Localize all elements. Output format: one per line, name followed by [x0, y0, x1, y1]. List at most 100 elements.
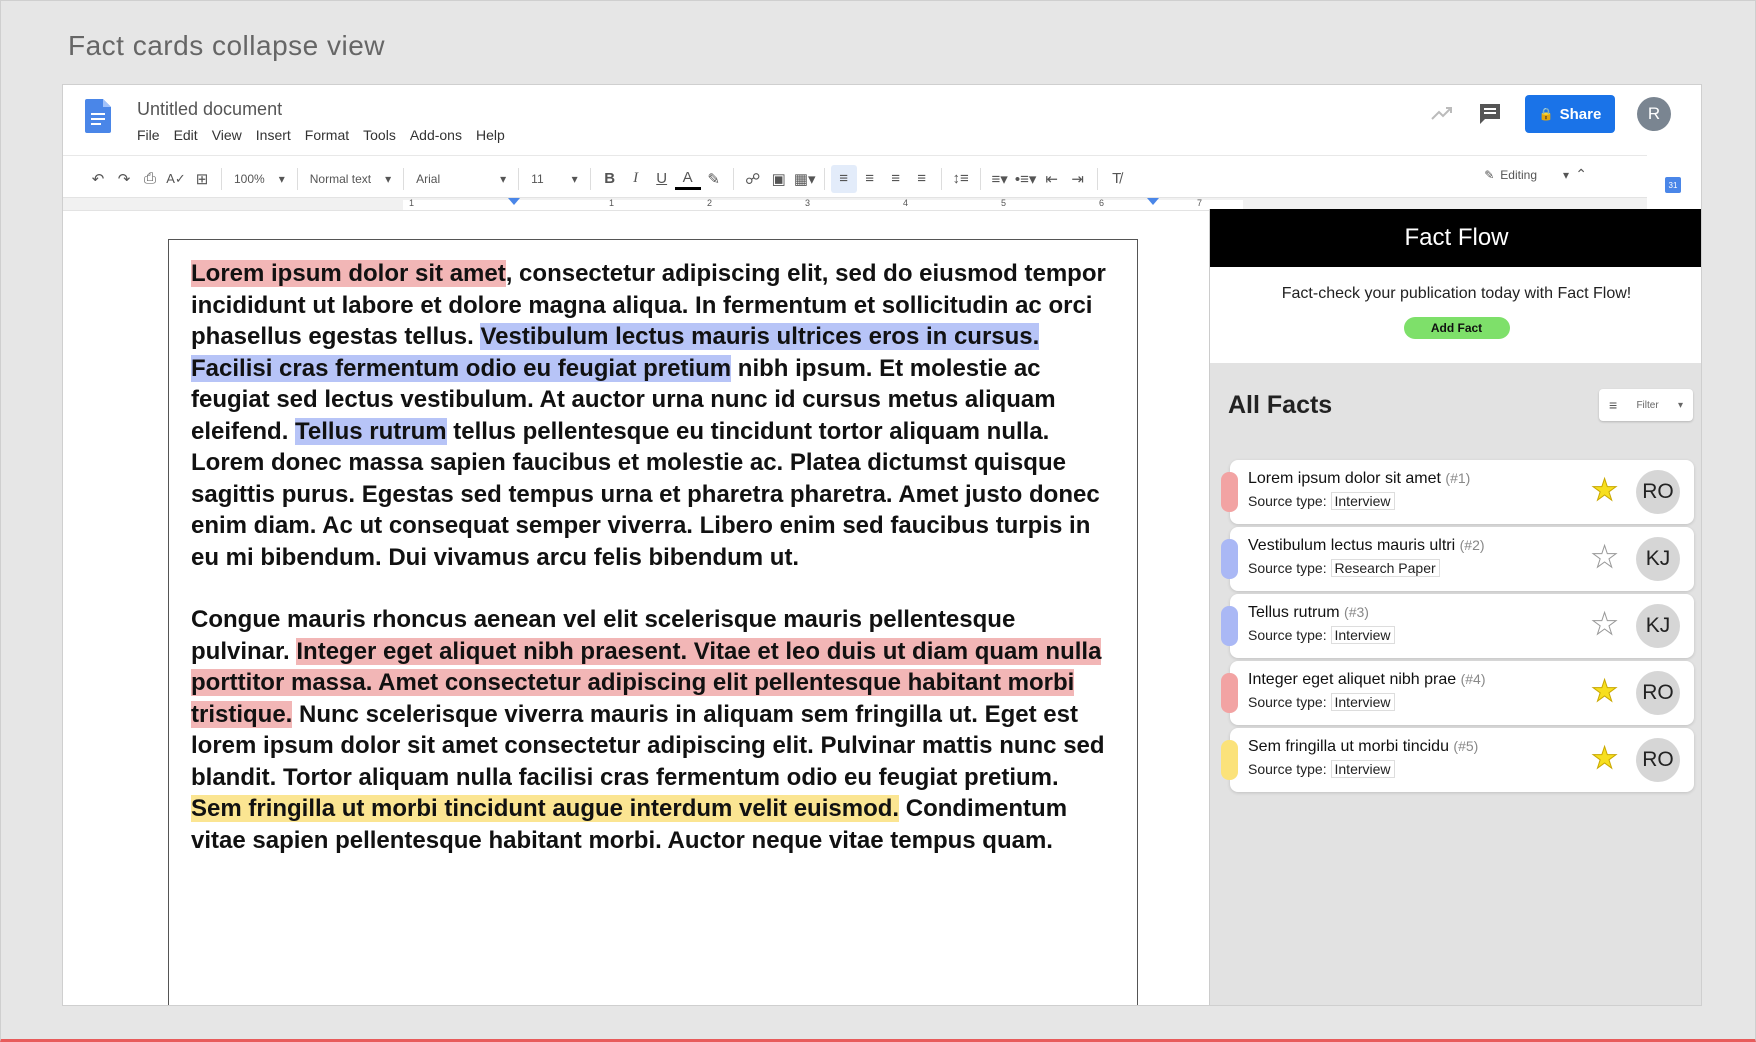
- left-indent-marker[interactable]: [508, 198, 520, 205]
- star-outline-icon[interactable]: ★: [1591, 609, 1619, 640]
- line-spacing-icon[interactable]: ↕≡: [948, 165, 974, 193]
- numbered-list-icon[interactable]: ≡▾: [987, 165, 1013, 193]
- align-right-icon[interactable]: ≡: [883, 165, 909, 193]
- fact-flow-intro: Fact-check your publication today with F…: [1210, 267, 1701, 363]
- editing-mode-select[interactable]: ✎ Editing: [1484, 168, 1537, 182]
- decrease-indent-icon[interactable]: ⇤: [1039, 165, 1065, 193]
- undo-icon[interactable]: ↶: [85, 165, 111, 193]
- toolbar-divider: [589, 167, 591, 190]
- menu-view[interactable]: View: [212, 127, 242, 143]
- ruler-number: 4: [903, 198, 909, 208]
- toolbar-divider: [823, 167, 825, 190]
- text-run: Nunc scelerisque viverra mauris in aliqu…: [191, 700, 1105, 791]
- source-type-value[interactable]: Research Paper: [1330, 559, 1440, 577]
- menu-add-ons[interactable]: Add-ons: [410, 127, 462, 143]
- menu-format[interactable]: Format: [305, 127, 349, 143]
- link-icon[interactable]: ☍: [740, 165, 766, 193]
- fact-title: Integer eget aliquet nibh prae: [1248, 671, 1457, 688]
- star-filled-icon[interactable]: ★: [1591, 743, 1619, 774]
- fact-card[interactable]: Vestibulum lectus mauris ultri (#2) Sour…: [1221, 527, 1694, 591]
- paragraph-style-value: Normal text: [309, 171, 372, 186]
- fact-source-row: Source type: Interview: [1248, 760, 1395, 778]
- paragraph-2[interactable]: Congue mauris rhoncus aenean vel elit sc…: [191, 604, 1115, 856]
- fact-title-row: Integer eget aliquet nibh prae (#4): [1248, 671, 1486, 689]
- chevron-down-icon: ▾: [278, 171, 285, 186]
- add-comment-icon[interactable]: ▣: [766, 165, 792, 193]
- fact-color-tab: [1221, 472, 1238, 512]
- align-center-icon[interactable]: ≡: [857, 165, 883, 193]
- increase-indent-icon[interactable]: ⇥: [1065, 165, 1091, 193]
- star-filled-icon[interactable]: ★: [1591, 676, 1619, 707]
- bulleted-list-icon[interactable]: •≡▾: [1013, 165, 1039, 193]
- paragraph-1[interactable]: Lorem ipsum dolor sit amet, consectetur …: [191, 258, 1115, 573]
- assignee-avatar[interactable]: KJ: [1636, 604, 1680, 648]
- chevron-down-icon: ▾: [1677, 399, 1683, 411]
- ruler-number: 1: [609, 198, 615, 208]
- font-select[interactable]: Arial ▾: [410, 172, 512, 186]
- right-indent-marker[interactable]: [1147, 198, 1159, 205]
- assignee-avatar[interactable]: KJ: [1636, 537, 1680, 581]
- add-fact-button[interactable]: Add Fact: [1403, 317, 1510, 339]
- toolbar: ↶ ↷ ⎙ A✓ ⊞ 100% ▾ Normal text ▾ Arial ▾ 11 ▾…: [63, 155, 1647, 201]
- menu-insert[interactable]: Insert: [256, 127, 291, 143]
- docs-logo-icon[interactable]: [85, 99, 111, 133]
- toolbar-divider: [732, 167, 734, 190]
- menu-tools[interactable]: Tools: [363, 127, 396, 143]
- calendar-icon[interactable]: 31: [1665, 177, 1681, 193]
- source-type-value[interactable]: Interview: [1330, 693, 1395, 711]
- underline-icon[interactable]: U: [649, 165, 675, 193]
- source-type-value[interactable]: Interview: [1330, 626, 1395, 644]
- source-type-value[interactable]: Interview: [1330, 760, 1395, 778]
- chevron-down-icon[interactable]: ▾: [1563, 168, 1569, 182]
- fact-card[interactable]: Lorem ipsum dolor sit amet (#1) Source t…: [1221, 460, 1694, 524]
- document-page[interactable]: Lorem ipsum dolor sit amet, consectetur …: [168, 239, 1138, 1005]
- zoom-select[interactable]: 100% ▾: [228, 172, 291, 186]
- menu-help[interactable]: Help: [476, 127, 505, 143]
- insert-image-icon[interactable]: ▦▾: [792, 165, 818, 193]
- document-canvas: Lorem ipsum dolor sit amet, consectetur …: [63, 211, 1209, 1005]
- source-type-label: Source type:: [1248, 493, 1327, 509]
- menu-edit[interactable]: Edit: [174, 127, 198, 143]
- fact-number: (#4): [1460, 671, 1486, 687]
- fact-card[interactable]: Integer eget aliquet nibh prae (#4) Sour…: [1221, 661, 1694, 725]
- assignee-avatar[interactable]: RO: [1636, 738, 1680, 782]
- ruler-number: 6: [1099, 198, 1105, 208]
- source-type-value[interactable]: Interview: [1330, 492, 1395, 510]
- toolbar-divider: [403, 167, 405, 190]
- fact-number: (#5): [1453, 738, 1479, 754]
- italic-icon[interactable]: I: [623, 165, 649, 193]
- share-button[interactable]: 🔒 Share: [1525, 95, 1615, 133]
- collapse-toolbar-icon[interactable]: ⌃: [1575, 166, 1587, 183]
- fact-title-row: Sem fringilla ut morbi tincidu (#5): [1248, 738, 1478, 756]
- highlight-icon[interactable]: ✎: [701, 165, 727, 193]
- spellcheck-icon[interactable]: A✓: [163, 165, 189, 193]
- zoom-value: 100%: [234, 171, 265, 186]
- assignee-avatar[interactable]: RO: [1636, 671, 1680, 715]
- fact-source-row: Source type: Interview: [1248, 693, 1395, 711]
- comment-icon[interactable]: [1477, 101, 1503, 127]
- filter-button[interactable]: ≡ Filter ▾: [1599, 389, 1693, 421]
- fact-number: (#2): [1459, 537, 1485, 553]
- paint-format-icon[interactable]: ⊞: [189, 165, 215, 193]
- toolbar-divider: [940, 167, 942, 190]
- fact-card[interactable]: Tellus rutrum (#3) Source type: Intervie…: [1221, 594, 1694, 658]
- text-color-icon[interactable]: A: [674, 168, 701, 190]
- activity-trend-icon[interactable]: [1429, 101, 1455, 127]
- star-outline-icon[interactable]: ★: [1591, 542, 1619, 573]
- menu-file[interactable]: File: [137, 127, 160, 143]
- align-left-icon[interactable]: ≡: [830, 164, 857, 193]
- paragraph-style-select[interactable]: Normal text ▾: [304, 172, 397, 186]
- print-icon[interactable]: ⎙: [137, 165, 163, 193]
- clear-formatting-icon[interactable]: T̸: [1104, 165, 1130, 193]
- redo-icon[interactable]: ↷: [111, 165, 137, 193]
- align-justify-icon[interactable]: ≡: [909, 165, 935, 193]
- star-filled-icon[interactable]: ★: [1591, 475, 1619, 506]
- fact-card[interactable]: Sem fringilla ut morbi tincidu (#5) Sour…: [1221, 728, 1694, 792]
- assignee-avatar[interactable]: RO: [1636, 470, 1680, 514]
- document-title[interactable]: Untitled document: [137, 99, 282, 120]
- account-avatar[interactable]: R: [1637, 97, 1671, 131]
- font-size-value: 11: [531, 171, 544, 186]
- font-size-select[interactable]: 11 ▾: [525, 172, 584, 186]
- toolbar-divider: [518, 167, 520, 190]
- bold-icon[interactable]: B: [597, 165, 623, 193]
